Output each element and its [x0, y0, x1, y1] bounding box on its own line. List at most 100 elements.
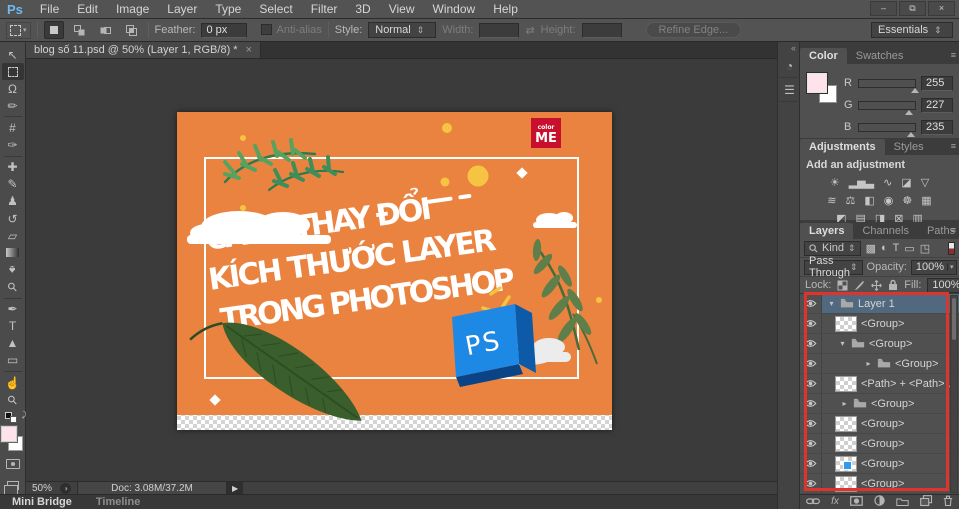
visibility-eye-icon[interactable] — [800, 474, 822, 493]
clone-stamp-tool[interactable]: ♟ — [2, 193, 24, 210]
menu-item[interactable]: Image — [107, 2, 158, 16]
layer-row[interactable]: <Group> — [800, 354, 959, 374]
foreground-color-swatch[interactable] — [807, 73, 827, 93]
lock-position-icon[interactable] — [871, 280, 882, 291]
style-select[interactable]: Normal ⇕ — [368, 22, 436, 38]
brush-tool[interactable]: ✎ — [2, 176, 24, 193]
color-balance-icon[interactable]: ⚖ — [846, 194, 856, 208]
channel-slider[interactable] — [858, 123, 916, 132]
layers-scrollbar[interactable] — [950, 295, 958, 493]
eyedropper-tool[interactable]: ✑ — [2, 137, 24, 154]
layer-name[interactable]: <Path> + <Path> ... — [861, 378, 957, 390]
document-tab[interactable]: blog số 11.psd @ 50% (Layer 1, RGB/8) * … — [26, 42, 261, 58]
filter-kind-select[interactable]: Kind ⇕ — [804, 241, 861, 256]
layer-name[interactable]: <Group> — [869, 338, 912, 350]
adjustment-layer-filter-icon[interactable]: ◐ — [881, 242, 888, 254]
crop-tool[interactable]: # — [2, 119, 24, 136]
visibility-eye-icon[interactable] — [800, 454, 822, 473]
black-white-icon[interactable]: ◧ — [864, 194, 874, 208]
quick-selection-tool[interactable]: ✏ — [2, 97, 24, 114]
levels-icon[interactable]: ▂▅▃ — [849, 176, 874, 190]
history-brush-tool[interactable]: ↺ — [2, 210, 24, 227]
minimize-button[interactable]: – — [870, 1, 897, 16]
panel-tab[interactable]: Color — [800, 48, 847, 64]
menu-item[interactable]: Window — [424, 2, 485, 16]
shape-layer-filter-icon[interactable]: ▭ — [904, 242, 914, 255]
filter-toggle-switch[interactable] — [948, 242, 955, 255]
eraser-tool[interactable]: ▱ — [2, 227, 24, 244]
restore-button[interactable]: ⧉ — [899, 1, 926, 16]
expand-collapse-icon[interactable] — [838, 339, 847, 348]
layer-row[interactable]: <Path> + <Path> ... — [800, 374, 959, 394]
close-button[interactable]: × — [928, 1, 955, 16]
lock-transparent-pixels-icon[interactable] — [837, 280, 848, 291]
new-group-icon[interactable] — [896, 496, 909, 509]
default-colors-icon[interactable]: ⤸ — [5, 412, 21, 423]
panel-tab[interactable]: Channels — [853, 223, 917, 239]
opacity-input[interactable]: 100% ▾ — [911, 260, 957, 275]
menu-item[interactable]: Edit — [68, 2, 107, 16]
layer-name[interactable]: <Group> — [861, 438, 904, 450]
panel-tab[interactable]: Styles — [885, 139, 933, 155]
layer-name[interactable]: Layer 1 — [858, 298, 895, 310]
feather-input[interactable]: 0 px — [201, 23, 247, 38]
fill-input[interactable]: 100% ▾ — [927, 278, 959, 293]
layer-name[interactable]: <Group> — [861, 478, 904, 490]
visibility-eye-icon[interactable] — [800, 394, 822, 413]
slider-marker[interactable] — [907, 132, 915, 137]
smart-object-filter-icon[interactable]: ◳ — [920, 242, 930, 255]
new-selection-mode-button[interactable] — [44, 21, 64, 39]
link-layers-icon[interactable] — [806, 496, 820, 509]
zoom-level-field[interactable]: 50% — [26, 483, 60, 494]
layer-name[interactable]: <Group> — [861, 318, 904, 330]
antialias-checkbox[interactable] — [261, 24, 272, 35]
layer-thumbnail[interactable] — [835, 436, 857, 452]
menu-item[interactable]: Help — [484, 2, 527, 16]
channel-slider[interactable] — [858, 101, 916, 110]
rectangle-tool[interactable]: ▭ — [2, 352, 24, 369]
menu-item[interactable]: File — [31, 2, 68, 16]
panel-tab[interactable]: Adjustments — [800, 139, 885, 155]
layer-thumbnail[interactable] — [835, 416, 857, 432]
visibility-eye-icon[interactable] — [800, 294, 822, 313]
menu-item[interactable]: Filter — [302, 2, 347, 16]
pixel-layer-filter-icon[interactable]: ▩ — [866, 242, 876, 255]
layer-row[interactable]: <Group> — [800, 334, 959, 354]
delete-layer-icon[interactable] — [943, 495, 953, 509]
layer-row[interactable]: <Group> — [800, 434, 959, 454]
layer-name[interactable]: <Group> — [871, 398, 914, 410]
visibility-eye-icon[interactable] — [800, 354, 822, 373]
quick-mask-button[interactable] — [2, 455, 24, 471]
new-layer-icon[interactable] — [920, 495, 932, 509]
photo-filter-icon[interactable]: ◉ — [884, 194, 894, 208]
layer-thumbnail[interactable] — [835, 376, 857, 392]
status-flyout-arrow-icon[interactable]: ▶ — [227, 482, 243, 495]
workspace-switcher[interactable]: Essentials ⇕ — [871, 22, 953, 38]
expand-collapse-icon[interactable] — [864, 359, 873, 368]
brightness-contrast-icon[interactable]: ☀ — [830, 176, 840, 190]
rectangular-marquee-tool[interactable] — [2, 63, 24, 80]
screen-mode-button[interactable] — [2, 478, 24, 494]
layer-row[interactable]: <Group> — [800, 454, 959, 474]
foreground-color-swatch[interactable] — [1, 426, 17, 442]
height-input[interactable] — [582, 23, 622, 38]
add-layer-mask-icon[interactable] — [850, 496, 863, 509]
spot-healing-brush-tool[interactable]: ✚ — [2, 159, 24, 176]
add-layer-style-icon[interactable]: fx — [831, 497, 839, 507]
curves-icon[interactable]: ∿ — [883, 176, 892, 190]
layer-row[interactable]: <Group> — [800, 394, 959, 414]
slider-marker[interactable] — [905, 110, 913, 115]
layer-name[interactable]: <Group> — [895, 358, 938, 370]
panel-menu-icon[interactable]: ≡ — [951, 50, 956, 60]
visibility-eye-icon[interactable] — [800, 314, 822, 333]
subtract-from-selection-mode-button[interactable] — [96, 21, 116, 39]
canvas-area[interactable]: color ME — [26, 59, 777, 481]
panel-tab[interactable]: Swatches — [847, 48, 913, 64]
menu-item[interactable]: View — [380, 2, 424, 16]
visibility-eye-icon[interactable] — [800, 434, 822, 453]
layer-row[interactable]: Layer 1 — [800, 294, 959, 314]
expand-collapse-icon[interactable] — [827, 299, 836, 308]
visibility-eye-icon[interactable] — [800, 414, 822, 433]
channel-value-input[interactable]: 255 — [921, 76, 953, 91]
layer-thumbnail[interactable] — [835, 456, 857, 472]
